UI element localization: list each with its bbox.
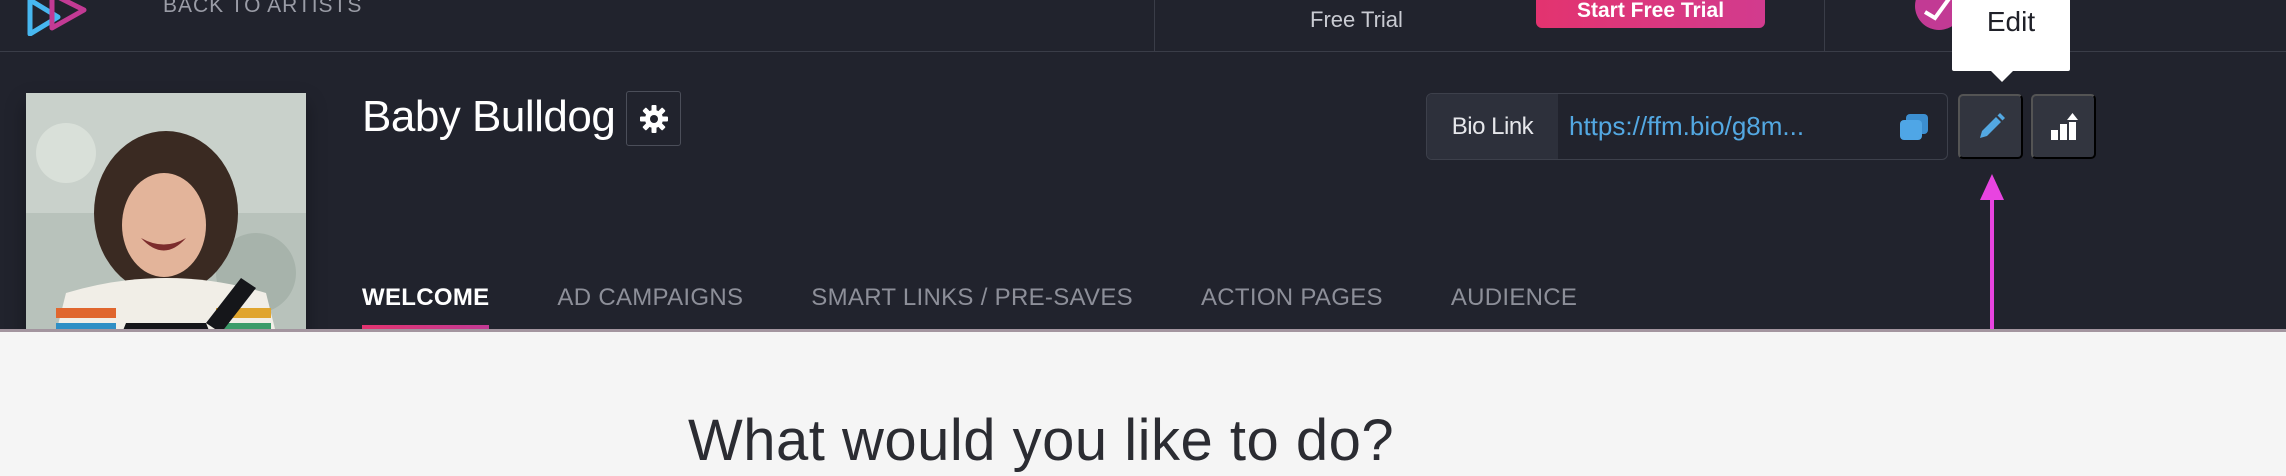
- edit-button[interactable]: [1958, 94, 2023, 159]
- tab-audience[interactable]: AUDIENCE: [1451, 284, 1577, 329]
- page-prompt: What would you like to do?: [688, 408, 1395, 473]
- nav-tabs: WELCOME AD CAMPAIGNS SMART LINKS / PRE-S…: [362, 284, 1645, 329]
- tab-smart-links[interactable]: SMART LINKS / PRE-SAVES: [811, 284, 1133, 329]
- tooltip-arrow: [1988, 68, 2016, 82]
- artist-name: Baby Bulldog: [362, 92, 616, 141]
- pencil-icon: [1979, 112, 2005, 138]
- copy-icon[interactable]: [1897, 112, 1931, 142]
- stats-button[interactable]: [2031, 94, 2096, 159]
- logo-icon[interactable]: [22, 0, 102, 36]
- top-bar: BACK TO ARTISTS Free Trial Start Free Tr…: [0, 0, 2286, 52]
- bio-link-url[interactable]: https://ffm.bio/g8m...: [1569, 94, 1899, 159]
- bio-link-label: Bio Link: [1427, 94, 1558, 159]
- stats-icon: [2050, 112, 2078, 140]
- main-content: What would you like to do?: [0, 329, 2286, 476]
- start-free-trial-button[interactable]: Start Free Trial: [1536, 0, 1765, 28]
- bio-link-group: Bio Link https://ffm.bio/g8m...: [1426, 93, 1948, 160]
- free-trial-text: Free Trial: [1310, 7, 1403, 32]
- arrow-up-icon: [1980, 174, 2004, 329]
- back-to-artists-link[interactable]: BACK TO ARTISTS: [163, 0, 362, 18]
- tab-welcome[interactable]: WELCOME: [362, 284, 490, 329]
- divider: [1824, 0, 1825, 52]
- gear-icon: [639, 104, 668, 133]
- edit-tooltip: Edit: [1952, 0, 2070, 71]
- settings-button[interactable]: [626, 91, 681, 146]
- tab-action-pages[interactable]: ACTION PAGES: [1201, 284, 1383, 329]
- tab-ad-campaigns[interactable]: AD CAMPAIGNS: [557, 284, 743, 329]
- divider: [1154, 0, 1155, 52]
